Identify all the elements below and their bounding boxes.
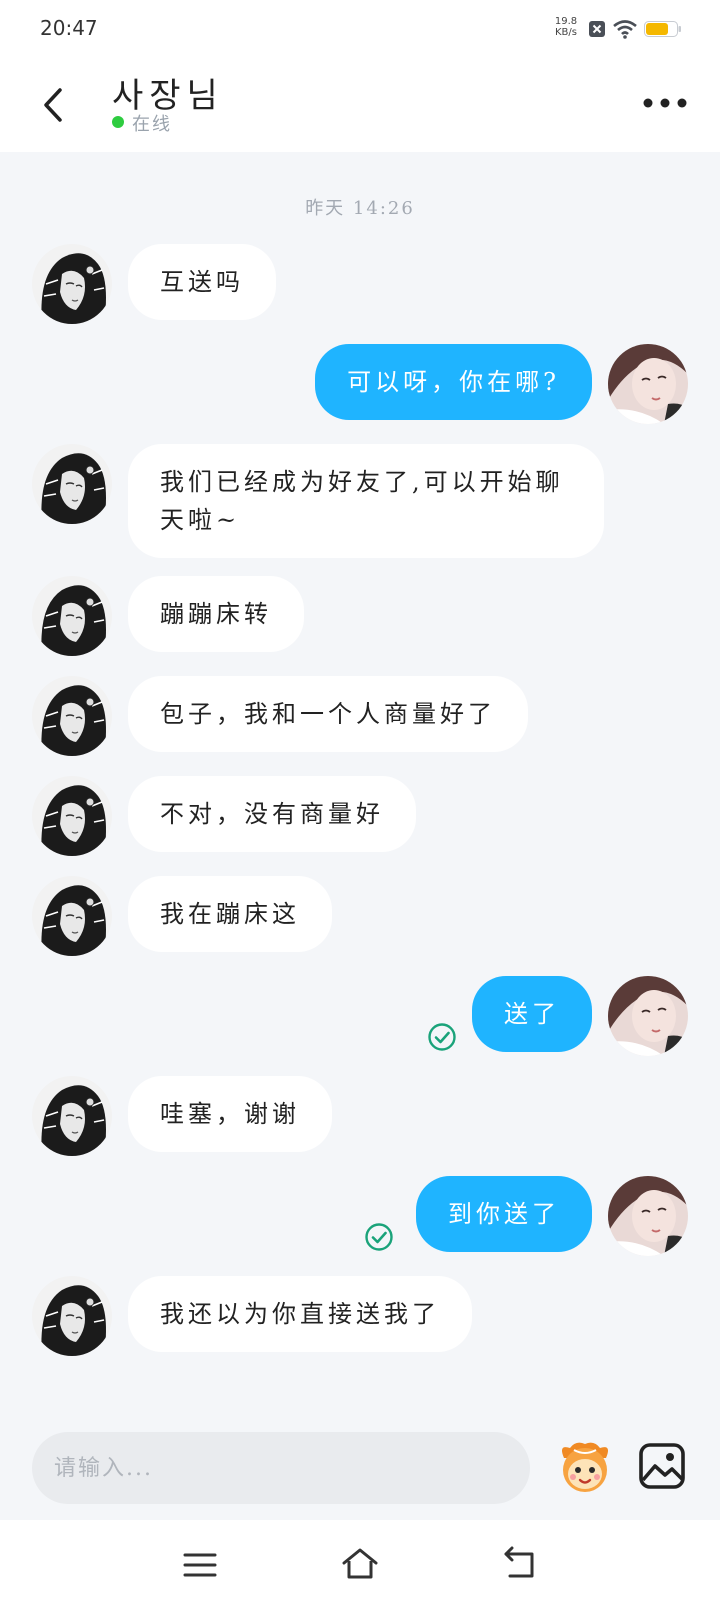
message-input[interactable] <box>32 1432 530 1504</box>
message-bubble-incoming[interactable]: 我在蹦床这 <box>128 876 332 952</box>
image-icon[interactable] <box>638 1442 686 1490</box>
message-bubble-outgoing[interactable]: 可以呀，你在哪? <box>315 344 592 420</box>
message-bubble-incoming[interactable]: 包子，我和一个人商量好了 <box>128 676 528 752</box>
composer-bar <box>0 1408 720 1520</box>
message-bubble-incoming[interactable]: 互送吗 <box>128 244 276 320</box>
avatar-self[interactable] <box>608 976 688 1056</box>
avatar-self[interactable] <box>608 1176 688 1256</box>
avatar-self[interactable] <box>608 344 688 424</box>
avatar-partner[interactable] <box>32 876 112 956</box>
system-nav-bar <box>0 1520 720 1612</box>
network-speed-unit: KB/s <box>555 27 577 38</box>
avatar-partner[interactable] <box>32 1076 112 1156</box>
check-circle-icon <box>428 1023 456 1051</box>
avatar-partner[interactable] <box>32 576 112 656</box>
status-time: 20:47 <box>40 16 98 40</box>
message-bubble-outgoing[interactable]: 到你送了 <box>416 1176 592 1252</box>
back-arrow-icon[interactable] <box>502 1546 536 1582</box>
chat-header: 사장님 在线 <box>0 56 720 152</box>
avatar-partner[interactable] <box>32 444 112 524</box>
home-icon[interactable] <box>340 1546 380 1582</box>
message-bubble-incoming[interactable]: 不对，没有商量好 <box>128 776 416 852</box>
status-bar: 20:47 19.8 KB/s <box>0 0 720 56</box>
avatar-partner[interactable] <box>32 776 112 856</box>
online-status-label: 在线 <box>132 114 172 135</box>
wifi-icon <box>613 20 637 39</box>
battery-icon <box>644 21 681 37</box>
message-bubble-incoming[interactable]: 蹦蹦床转 <box>128 576 304 652</box>
avatar-partner[interactable] <box>32 1276 112 1356</box>
menu-icon[interactable] <box>182 1550 218 1580</box>
back-button[interactable] <box>36 80 72 130</box>
message-bubble-incoming[interactable]: 哇塞，谢谢 <box>128 1076 332 1152</box>
emoji-mascot-icon[interactable] <box>554 1436 616 1498</box>
message-list[interactable]: 昨天 14:26 互送吗 可以呀，你在哪? 我们已经成为好友了,可以开始聊天啦~… <box>0 152 720 1408</box>
online-status-dot <box>112 116 124 128</box>
message-timestamp: 昨天 14:26 <box>305 198 415 219</box>
avatar-partner[interactable] <box>32 676 112 756</box>
avatar-partner[interactable] <box>32 244 112 324</box>
message-bubble-incoming[interactable]: 我们已经成为好友了,可以开始聊天啦~ <box>128 444 604 558</box>
network-speed-value: 19.8 <box>554 16 578 27</box>
check-circle-icon <box>365 1223 393 1251</box>
message-bubble-outgoing[interactable]: 送了 <box>472 976 592 1052</box>
more-options-button[interactable] <box>642 88 688 118</box>
sim-off-icon <box>589 21 605 37</box>
message-bubble-incoming[interactable]: 我还以为你直接送我了 <box>128 1276 472 1352</box>
network-speed: 19.8 KB/s <box>552 16 580 38</box>
